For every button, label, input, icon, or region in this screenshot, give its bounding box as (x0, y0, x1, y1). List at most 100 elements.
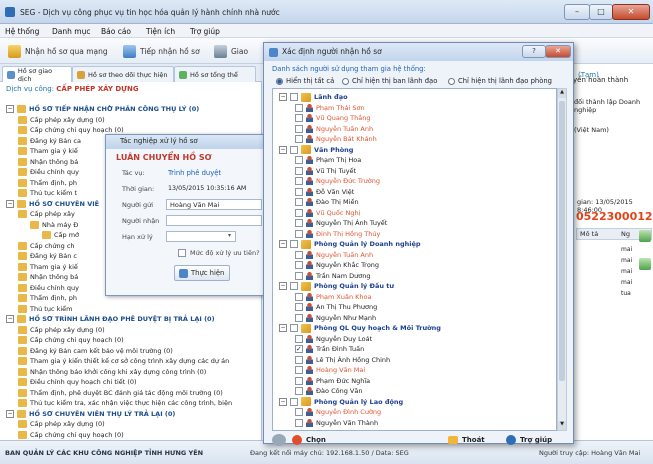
select-checkbox[interactable] (290, 282, 298, 290)
tree-node[interactable]: Điều chỉnh quy (18, 283, 79, 293)
leaders-radio[interactable]: Chỉ hiện thị ban lãnh đạo (342, 77, 437, 85)
tree-node[interactable]: Cấp chứng chỉ quy hoạch (0) (18, 430, 124, 440)
tree-node[interactable]: Cấp chứng ch (18, 241, 75, 251)
select-checkbox[interactable] (295, 114, 303, 122)
select-checkbox[interactable] (295, 124, 303, 133)
tree-node[interactable]: Đăng ký Bản ca (18, 136, 81, 146)
exit-button[interactable]: Thoát (448, 434, 493, 446)
person-node[interactable]: Nguyễn Đình Cường (295, 407, 381, 417)
select-checkbox[interactable] (290, 397, 298, 406)
tree-node[interactable]: Cấp chứng chỉ quy hoạch (0) (18, 335, 124, 345)
tree-node[interactable]: Nhận thông bá (18, 157, 78, 167)
person-node[interactable]: ✓ Trần Đình Tuấn (295, 344, 364, 354)
assign-button[interactable]: Giao (214, 42, 248, 60)
collapse-icon[interactable]: − (6, 315, 14, 323)
person-node[interactable]: Nguyễn Tuấn Anh (295, 124, 373, 134)
select-checkbox[interactable] (295, 355, 303, 364)
chevron-down-icon[interactable]: ▾ (228, 232, 231, 239)
tree-node[interactable]: − HỒ SƠ TIẾP NHẬN CHỜ PHÂN CÔNG THỤ LÝ (0… (6, 104, 199, 114)
person-node[interactable]: Đỗ Văn Việt (295, 187, 354, 197)
person-node[interactable]: Phạm Thị Hoa (295, 155, 361, 165)
tree-node[interactable]: Thẩm định, ph (18, 178, 77, 188)
priority-checkbox[interactable] (178, 249, 186, 257)
person-node[interactable]: An Thị Thu Phương (295, 302, 377, 312)
collapse-icon[interactable]: − (279, 93, 287, 101)
select-checkbox[interactable] (295, 166, 303, 175)
person-node[interactable]: Phạm Thái Sơn (295, 103, 365, 113)
select-checkbox[interactable] (295, 303, 303, 311)
group-node[interactable]: − Lãnh đạo (279, 92, 348, 102)
person-node[interactable]: Vũ Quốc Nghị (295, 208, 360, 218)
tree-node[interactable]: Đăng ký Bản c (18, 251, 77, 261)
tree-node[interactable]: − HỒ SƠ CHUYÊN VIÊN THỤ LÝ TRẢ LẠI (0) (6, 409, 175, 419)
tree-node[interactable]: Điều chỉnh quy (18, 167, 79, 177)
select-checkbox[interactable]: ✓ (295, 345, 303, 353)
tree-node[interactable]: Thẩm định, phê duyệt BC đánh giá tác độn… (18, 388, 223, 398)
menu-tro-giup[interactable]: Trợ giúp (190, 27, 220, 36)
group-node[interactable]: − Văn Phòng (279, 145, 353, 155)
tree-node[interactable]: Thủ tục kiểm t (18, 188, 77, 198)
select-checkbox[interactable] (295, 408, 303, 416)
settings-icon[interactable] (272, 434, 286, 446)
select-checkbox[interactable] (295, 208, 303, 217)
select-checkbox[interactable] (295, 313, 303, 322)
select-checkbox[interactable] (295, 156, 303, 164)
select-checkbox[interactable] (295, 261, 303, 269)
person-node[interactable]: Vũ Thị Tuyết (295, 166, 356, 176)
dept-leaders-radio[interactable]: Chỉ hiện thị lãnh đạo phòng (448, 77, 552, 85)
person-node[interactable]: Nguyễn Đức Trường (295, 176, 380, 186)
attach-icon[interactable] (639, 258, 651, 270)
person-node[interactable]: Trần Nam Dương (295, 271, 370, 281)
select-checkbox[interactable] (290, 240, 298, 248)
select-checkbox[interactable] (295, 292, 303, 301)
tree-node[interactable]: Tham gia ý kiến thiết kế cơ sở công trìn… (18, 356, 229, 366)
group-node[interactable]: − Phòng Quản lý Doanh nghiệp (279, 239, 421, 249)
menu-bao-cao[interactable]: Báo cáo (101, 27, 131, 36)
person-node[interactable]: Nguyễn Thị Ánh Tuyết (295, 218, 387, 228)
person-node[interactable]: Vũ Quang Thắng (295, 113, 370, 123)
tree-node[interactable]: Nhận thông báo khởi công khi xây dựng cô… (18, 367, 206, 377)
select-checkbox[interactable] (290, 93, 298, 101)
select-checkbox[interactable] (295, 250, 303, 259)
deadline-picker[interactable] (166, 231, 236, 242)
help-button[interactable]: ? (522, 45, 546, 58)
tree-node[interactable]: Thủ tục kiểm (18, 304, 73, 314)
show-all-radio[interactable]: Hiển thị tất cả (276, 77, 334, 85)
help-footer-button[interactable]: Trợ giúp (506, 434, 566, 446)
recipient-tree[interactable]: − Lãnh đạo Phạm Thái Sơn Vũ Quang Thắng Nguy… (272, 88, 557, 431)
tree-node[interactable]: − HỒ SƠ TRÌNH LÃNH ĐẠO PHÊ DUYỆT BỊ TRẢ L… (6, 314, 215, 324)
tab-transaction-records[interactable]: Hồ sơ giao dịch (2, 66, 72, 83)
tree-node[interactable]: Nhận thông bá (18, 272, 78, 282)
person-node[interactable]: Hoàng Văn Mai (295, 365, 365, 375)
person-node[interactable]: Đào Thị Miền (295, 197, 359, 207)
tree-node[interactable]: Tham gia ý kiế (18, 262, 78, 272)
collapse-icon[interactable]: − (279, 282, 287, 290)
collapse-icon[interactable]: − (279, 240, 287, 248)
select-checkbox[interactable] (295, 334, 303, 343)
select-checkbox[interactable] (295, 376, 303, 385)
scroll-up-icon[interactable]: ▲ (558, 89, 566, 98)
person-node[interactable]: Nguyễn Duy Loát (295, 334, 372, 344)
collapse-icon[interactable]: − (6, 409, 14, 418)
person-node[interactable]: Nguyễn Tuấn Anh (295, 250, 373, 260)
select-checkbox[interactable] (295, 271, 303, 280)
person-node[interactable]: Phạm Xuân Khoa (295, 292, 372, 302)
select-checkbox[interactable] (295, 198, 303, 206)
tab-tracking-records[interactable]: Hồ sơ theo dõi thực hiện (72, 66, 174, 82)
person-node[interactable]: Nguyễn Khắc Trọng (295, 260, 379, 270)
close-dialog-button[interactable]: ✕ (545, 45, 571, 58)
group-node[interactable]: − Phòng Quản lý Đầu tư (279, 281, 394, 291)
select-checkbox[interactable] (295, 103, 303, 112)
select-checkbox[interactable] (295, 219, 303, 227)
select-checkbox[interactable] (295, 418, 303, 427)
tree-node[interactable]: Cấp phép xây dựng (0) (18, 325, 105, 335)
select-checkbox[interactable] (295, 366, 303, 374)
tree-node[interactable]: Cấp phép xây dựng (0) (18, 419, 105, 429)
tree-node[interactable]: Nhà máy Đ (30, 220, 78, 230)
group-node[interactable]: − Phòng QL Quy hoạch & Môi Trường (279, 323, 441, 333)
sender-field[interactable]: Hoàng Văn Mai (166, 199, 262, 210)
group-node[interactable]: − Phòng Quản lý Lao động (279, 397, 403, 407)
tree-node[interactable]: Cấp phép xây dựng (0) (18, 115, 105, 125)
scrollbar[interactable]: ▲ ▼ (557, 88, 567, 431)
tree-node[interactable]: Thủ tục kiểm tra, xác nhận việc thực hiệ… (18, 398, 232, 408)
